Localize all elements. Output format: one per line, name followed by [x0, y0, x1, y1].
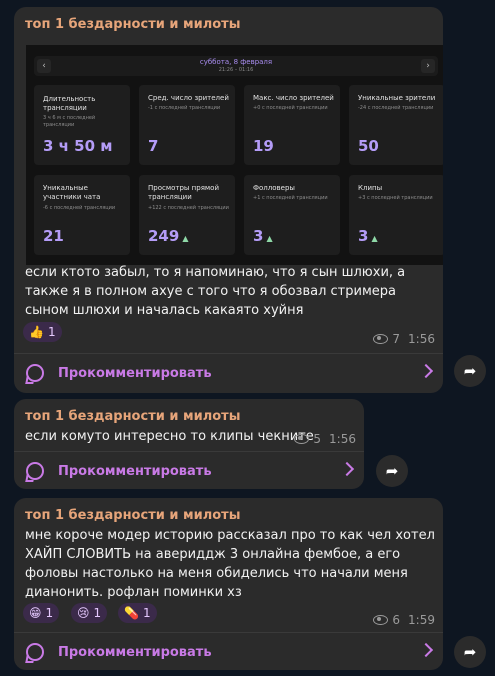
- comment-bubble-icon: [26, 462, 44, 480]
- reaction-count: 1: [47, 325, 56, 339]
- stat-sub: +1 с последней трансляции: [253, 195, 328, 201]
- stat-card-unique-viewers: Уникальные зрители -24 с последней транс…: [349, 85, 443, 165]
- stat-value: 3 ▲: [253, 227, 273, 245]
- channel-name[interactable]: топ 1 бездарности и милоты: [25, 409, 240, 424]
- reaction-count: 1: [93, 606, 102, 620]
- reaction-count: 1: [142, 606, 151, 620]
- comment-button[interactable]: Прокомментировать: [14, 451, 364, 489]
- reaction-count: 1: [45, 606, 54, 620]
- stat-sub: +0 с последней трансляции: [253, 105, 328, 111]
- stats-time-range: 21:26 – 01:16: [218, 67, 254, 73]
- stat-card-avg-viewers: Сред. число зрителей -1 с последней тран…: [139, 85, 235, 165]
- thumbs-up-icon: 👍: [29, 325, 44, 339]
- message-text: если ктото забыл, то я напоминаю, что я …: [25, 265, 406, 318]
- comment-bubble-icon: [26, 643, 44, 661]
- trend-up-icon: ▲: [371, 234, 378, 243]
- stat-value: 19: [253, 137, 274, 155]
- stat-sub: 3 ч 6 м с последней трансляции: [43, 115, 96, 128]
- stats-screenshot[interactable]: ‹ суббота, 8 февраля 21:26 – 01:16 › Дли…: [26, 45, 443, 265]
- stats-date: суббота, 8 февраля: [199, 58, 273, 66]
- comment-label: Прокомментировать: [58, 463, 212, 479]
- reaction-cry[interactable]: 😢 1: [71, 603, 108, 623]
- pill-icon: 💊: [124, 606, 139, 620]
- stat-card-max-viewers: Макс. число зрителей +0 с последней тран…: [244, 85, 340, 165]
- message-meta: 6 1:59: [373, 613, 435, 627]
- stat-sub: -24 с последней трансляции: [358, 105, 434, 111]
- stats-date-bar: ‹ суббота, 8 февраля 21:26 – 01:16 ›: [34, 56, 438, 76]
- stat-sub: -6 с последней трансляции: [43, 205, 116, 211]
- stat-title: Просмотры прямой трансляции: [148, 184, 220, 201]
- message-1[interactable]: топ 1 бездарности и милоты ‹ суббота, 8 …: [14, 7, 443, 393]
- stat-card-followers: Фолловеры +1 с последней трансляции 3 ▲: [244, 175, 340, 255]
- message-time: 1:56: [329, 432, 356, 446]
- view-count: 6: [392, 613, 401, 627]
- reaction-thumbs-up[interactable]: 👍 1: [23, 322, 62, 342]
- chevron-right-icon: [339, 461, 355, 477]
- stat-card-chatters: Уникальные участники чата -6 с последней…: [34, 175, 130, 255]
- share-button[interactable]: ➦: [454, 636, 486, 668]
- stat-title: Клипы: [358, 184, 383, 192]
- stat-title: Макс. число зрителей: [253, 94, 334, 102]
- message-text: мне короче модер историю рассказал про т…: [25, 528, 435, 600]
- eye-icon: [294, 434, 310, 444]
- stat-title: Фолловеры: [253, 184, 295, 192]
- chevron-right-icon: [418, 642, 434, 658]
- cry-icon: 😢: [77, 606, 90, 620]
- stat-title: Уникальные участники чата: [43, 184, 101, 201]
- message-time: 1:56: [408, 332, 435, 346]
- eye-icon: [373, 615, 389, 625]
- stat-value: 50: [358, 137, 379, 155]
- reaction-pill[interactable]: 💊 1: [118, 603, 157, 623]
- eye-icon: [373, 334, 389, 344]
- stat-title: Уникальные зрители: [358, 94, 436, 102]
- stat-value: 21: [43, 227, 64, 245]
- stat-title: Сред. число зрителей: [148, 94, 229, 102]
- stat-sub: +122 с последней трансляции: [148, 205, 229, 211]
- message-2[interactable]: топ 1 бездарности и милоты если комуто и…: [14, 399, 364, 489]
- chevron-right-icon: ›: [421, 59, 435, 73]
- share-arrow-icon: ➦: [463, 362, 477, 380]
- view-count: 5: [313, 432, 322, 446]
- stat-title: Длительность трансляции: [43, 95, 96, 112]
- stat-card-duration: Длительность трансляции 3 ч 6 м с послед…: [34, 85, 130, 165]
- stat-sub: -1 с последней трансляции: [148, 105, 221, 111]
- comment-button[interactable]: Прокомментировать: [14, 353, 443, 392]
- chevron-right-icon: [418, 363, 434, 379]
- view-count: 7: [392, 332, 401, 346]
- stat-value: 3 ч 50 м: [43, 137, 113, 155]
- reaction-grin[interactable]: 😁 1: [23, 603, 60, 623]
- comment-label: Прокомментировать: [58, 644, 212, 660]
- trend-up-icon: ▲: [266, 234, 273, 243]
- stat-value: 249 ▲: [148, 227, 189, 245]
- message-text: если комуто интересно то клипы чекните: [25, 429, 314, 444]
- share-button[interactable]: ➦: [454, 355, 486, 387]
- grin-icon: 😁: [29, 606, 42, 620]
- share-arrow-icon: ➦: [385, 462, 399, 480]
- comment-bubble-icon: [26, 364, 44, 382]
- channel-name[interactable]: топ 1 бездарности и милоты: [25, 508, 240, 523]
- stat-sub: +3 с последней трансляции: [358, 195, 433, 201]
- share-arrow-icon: ➦: [463, 643, 477, 661]
- stat-card-clips: Клипы +3 с последней трансляции 3 ▲: [349, 175, 443, 255]
- share-button[interactable]: ➦: [376, 455, 408, 487]
- message-time: 1:59: [408, 613, 435, 627]
- message-meta: 5 1:56: [294, 432, 356, 446]
- comment-button[interactable]: Прокомментировать: [14, 632, 443, 670]
- stat-value: 7: [148, 137, 159, 155]
- comment-label: Прокомментировать: [58, 365, 212, 381]
- message-3[interactable]: топ 1 бездарности и милоты мне короче мо…: [14, 498, 443, 670]
- stat-card-live-views: Просмотры прямой трансляции +122 с после…: [139, 175, 235, 255]
- message-meta: 7 1:56: [373, 332, 435, 346]
- stat-value: 3 ▲: [358, 227, 378, 245]
- trend-up-icon: ▲: [182, 234, 189, 243]
- channel-name[interactable]: топ 1 бездарности и милоты: [25, 17, 240, 32]
